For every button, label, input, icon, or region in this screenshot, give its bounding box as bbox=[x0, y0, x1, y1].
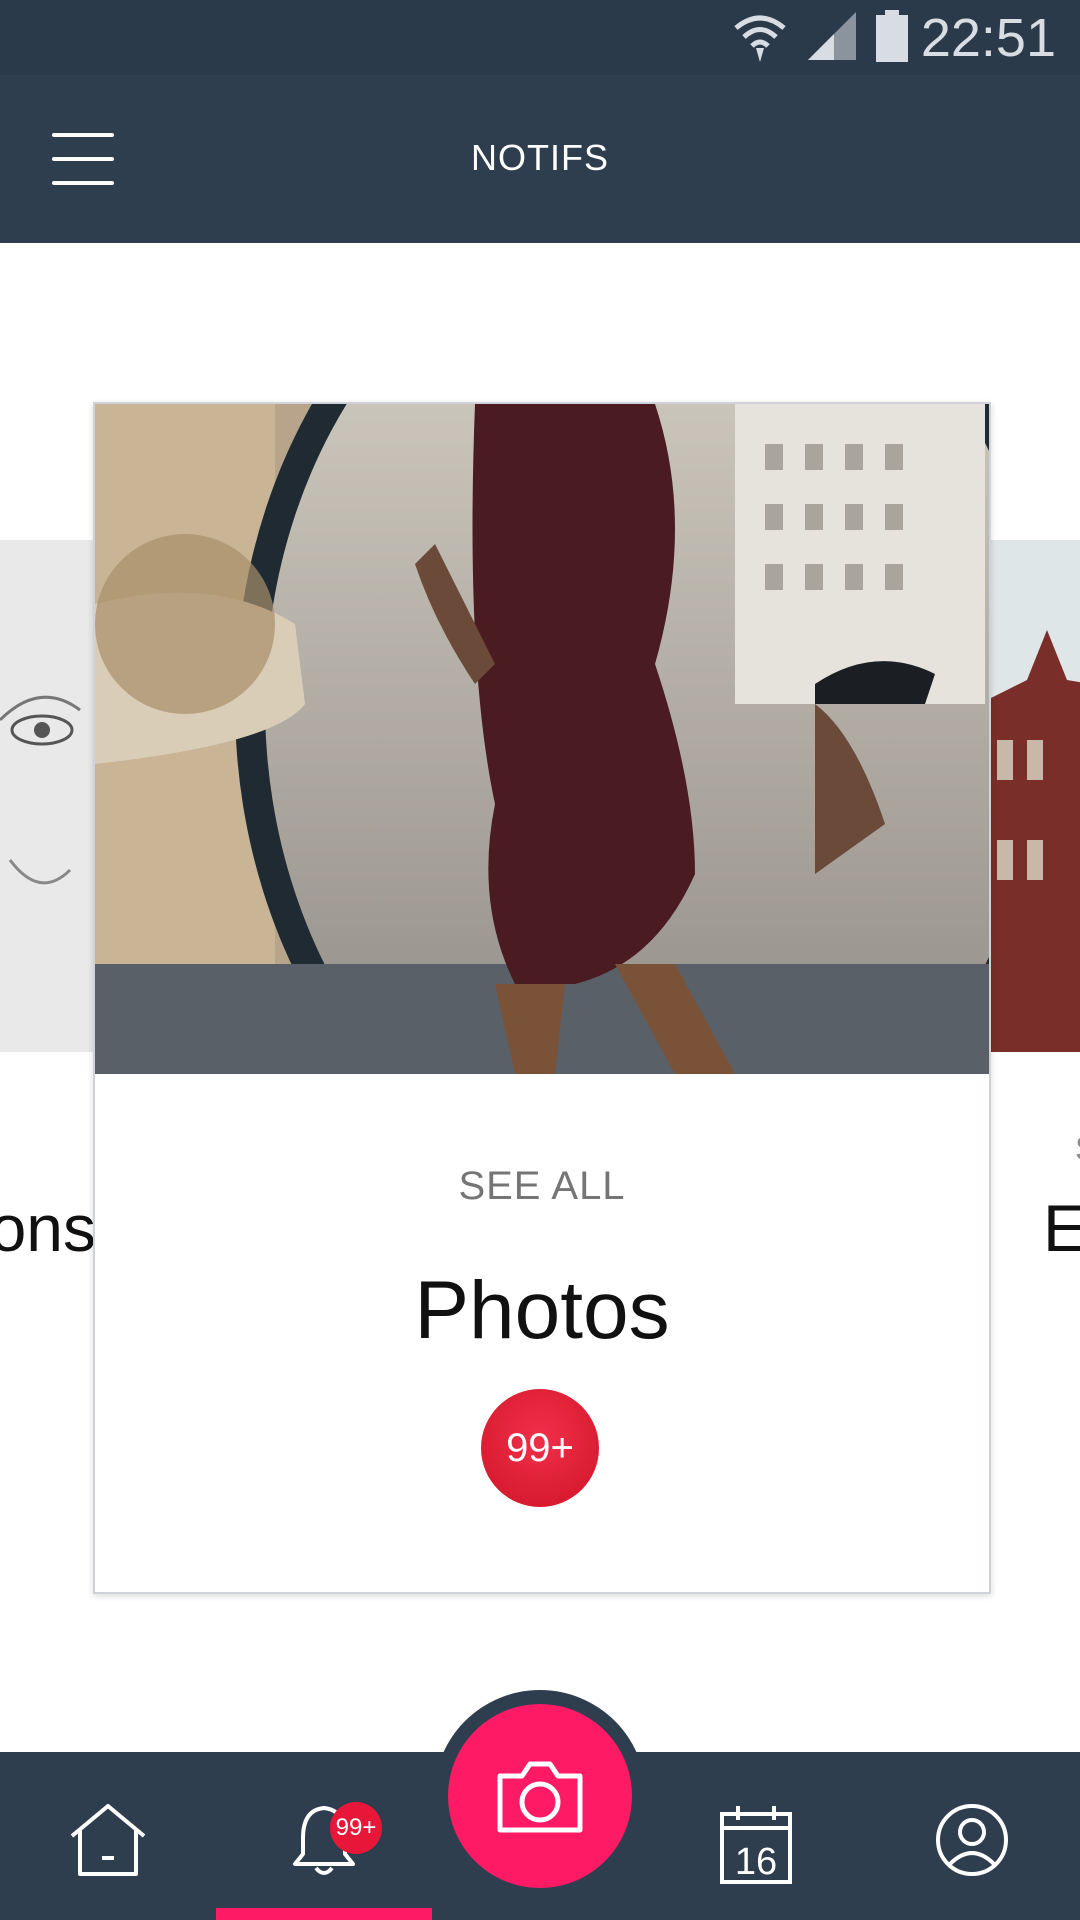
battery-icon bbox=[876, 10, 908, 67]
photos-card-image bbox=[95, 404, 989, 1074]
signal-icon bbox=[806, 10, 858, 67]
carousel-card-right[interactable]: S Ev bbox=[986, 540, 1080, 1450]
status-bar: 22:51 bbox=[0, 0, 1080, 75]
see-all-link[interactable]: SEE ALL bbox=[95, 1164, 989, 1209]
carousel-card-left[interactable]: - tions bbox=[0, 540, 97, 1450]
wifi-icon bbox=[732, 10, 788, 69]
notification-badge: 99+ bbox=[330, 1802, 382, 1854]
nav-profile[interactable] bbox=[864, 1752, 1080, 1920]
status-time: 22:51 bbox=[920, 8, 1056, 68]
right-card-link: S bbox=[1075, 1130, 1080, 1169]
camera-icon bbox=[497, 1761, 583, 1833]
nav-calendar[interactable]: 16 bbox=[648, 1752, 864, 1920]
sketch-thumbnail bbox=[0, 540, 96, 1052]
app-bar: NOTIFS bbox=[0, 75, 1080, 243]
calendar-day: 16 bbox=[735, 1841, 777, 1883]
user-icon bbox=[936, 1804, 1008, 1876]
calendar-icon: 16 bbox=[720, 1806, 792, 1884]
nav-home[interactable] bbox=[0, 1752, 216, 1920]
page-title: NOTIFS bbox=[471, 137, 609, 178]
nav-notifications[interactable]: 99+ bbox=[216, 1752, 432, 1920]
home-icon bbox=[70, 1804, 146, 1876]
right-card-title: Ev bbox=[1043, 1190, 1080, 1266]
active-tab-indicator bbox=[216, 1908, 432, 1920]
left-card-title: tions bbox=[0, 1191, 96, 1265]
photos-card[interactable]: SEE ALL Photos 99+ bbox=[93, 402, 991, 1594]
card-title: Photos bbox=[414, 1265, 670, 1356]
count-badge: 99+ bbox=[481, 1389, 599, 1507]
building-thumbnail bbox=[987, 540, 1080, 1052]
camera-button[interactable] bbox=[448, 1704, 632, 1888]
